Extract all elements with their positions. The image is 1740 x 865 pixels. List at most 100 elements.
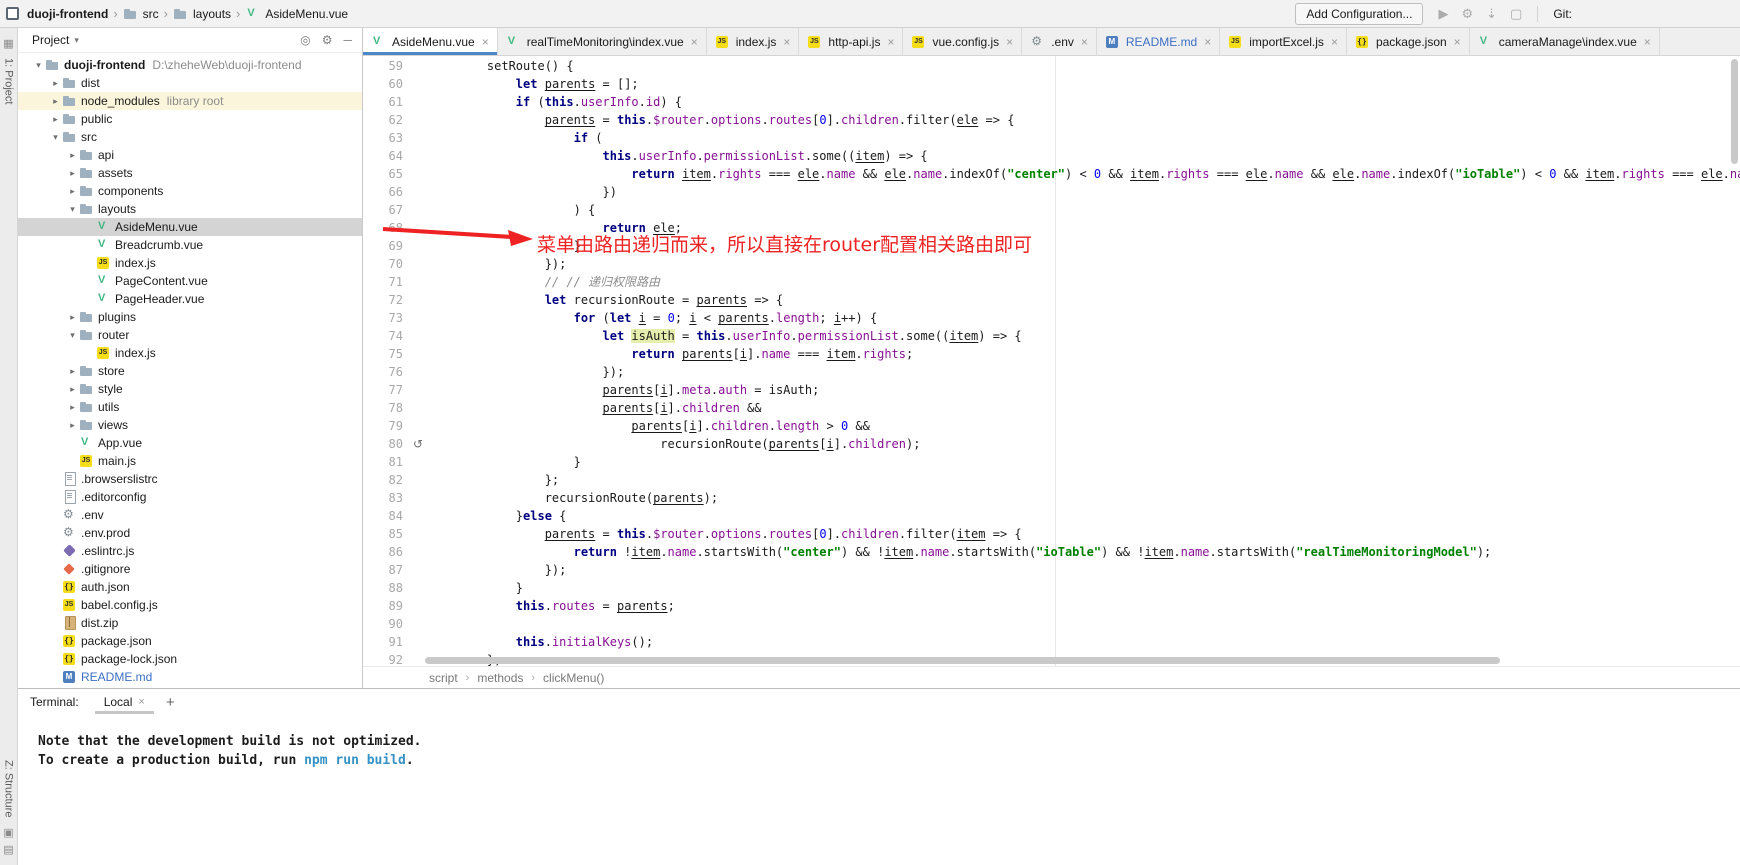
tab-close-icon[interactable]: ×: [1204, 35, 1211, 49]
tab-close-icon[interactable]: ×: [1081, 35, 1088, 49]
horizontal-scrollbar[interactable]: [425, 657, 1500, 664]
run-icon[interactable]: ▶: [1438, 7, 1448, 20]
tree-item-duoji-frontend[interactable]: ▾duoji-frontendD:\zheheWeb\duoji-fronten…: [18, 56, 362, 74]
title-crumb-layouts[interactable]: layouts: [173, 7, 231, 21]
add-configuration-button[interactable]: Add Configuration...: [1295, 3, 1423, 25]
chevron-closed-icon[interactable]: ▸: [49, 96, 62, 107]
chevron-closed-icon[interactable]: ▸: [49, 114, 62, 125]
editor-tab-.env[interactable]: .env×: [1022, 28, 1097, 55]
breadcrumb-methods[interactable]: methods: [477, 671, 523, 685]
chevron-open-icon[interactable]: ▾: [66, 330, 79, 341]
tree-item-.env.prod[interactable]: .env.prod: [18, 524, 362, 542]
tree-item-src[interactable]: ▾src: [18, 128, 362, 146]
terminal-tab-local[interactable]: Local ×: [95, 691, 154, 714]
project-panel-title[interactable]: Project: [32, 33, 69, 47]
tree-item-app.vue[interactable]: App.vue: [18, 434, 362, 452]
tree-item-readme.md[interactable]: README.md: [18, 668, 362, 686]
terminal-tool-icon[interactable]: ▤: [3, 845, 13, 856]
tree-item-index.js[interactable]: index.js: [18, 344, 362, 362]
chevron-closed-icon[interactable]: ▸: [66, 150, 79, 161]
tree-item-pageheader.vue[interactable]: PageHeader.vue: [18, 290, 362, 308]
tool-windows-icon[interactable]: ▦: [3, 39, 13, 50]
stop-square-icon[interactable]: ▢: [1510, 7, 1522, 20]
chevron-closed-icon[interactable]: ▸: [66, 168, 79, 179]
chevron-closed-icon[interactable]: ▸: [66, 420, 79, 431]
editor-tab-readme.md[interactable]: README.md×: [1097, 28, 1220, 55]
title-crumb-duoji-frontend[interactable]: duoji-frontend: [27, 7, 108, 21]
tree-item-dist[interactable]: ▸dist: [18, 74, 362, 92]
tree-item-asidemenu.vue[interactable]: AsideMenu.vue: [18, 218, 362, 236]
tree-item-.browserslistrc[interactable]: .browserslistrc: [18, 470, 362, 488]
tab-close-icon[interactable]: ×: [887, 35, 894, 49]
tree-item-.env[interactable]: .env: [18, 506, 362, 524]
code-editor[interactable]: 59 setRoute() {60 let parents = [];61 if…: [363, 56, 1740, 666]
tree-item-dist.zip[interactable]: dist.zip: [18, 614, 362, 632]
close-icon[interactable]: ×: [138, 696, 144, 708]
tool-button-structure[interactable]: Z: Structure: [3, 760, 15, 817]
hide-panel-icon[interactable]: ─: [343, 33, 352, 47]
tab-close-icon[interactable]: ×: [1644, 35, 1651, 49]
tree-item-router[interactable]: ▾router: [18, 326, 362, 344]
tree-item-package.json[interactable]: package.json: [18, 632, 362, 650]
tab-close-icon[interactable]: ×: [1006, 35, 1013, 49]
vertical-scrollbar[interactable]: [1731, 59, 1738, 164]
settings-gear-icon[interactable]: ⚙: [322, 33, 333, 47]
chevron-open-icon[interactable]: ▾: [49, 132, 62, 143]
locate-icon[interactable]: ◎: [300, 33, 310, 47]
editor-tab-vue.config.js[interactable]: vue.config.js×: [903, 28, 1022, 55]
editor-tab-realtimemonitoring-index.vue[interactable]: realTimeMonitoring\index.vue×: [498, 28, 707, 55]
new-terminal-tab-button[interactable]: +: [166, 694, 175, 711]
chevron-closed-icon[interactable]: ▸: [66, 186, 79, 197]
chevron-open-icon[interactable]: ▾: [66, 204, 79, 215]
update-arrow-icon[interactable]: ⇣: [1486, 7, 1497, 20]
tree-item-style[interactable]: ▸style: [18, 380, 362, 398]
tree-item-api[interactable]: ▸api: [18, 146, 362, 164]
tab-close-icon[interactable]: ×: [1331, 35, 1338, 49]
tree-item-index.js[interactable]: index.js: [18, 254, 362, 272]
chevron-open-icon[interactable]: ▾: [32, 60, 45, 71]
editor-tab-index.js[interactable]: index.js×: [707, 28, 800, 55]
tree-item-babel.config.js[interactable]: babel.config.js: [18, 596, 362, 614]
tree-item-.eslintrc.js[interactable]: .eslintrc.js: [18, 542, 362, 560]
chevron-closed-icon[interactable]: ▸: [49, 78, 62, 89]
tree-item-layouts[interactable]: ▾layouts: [18, 200, 362, 218]
tool-button-project[interactable]: 1: Project: [3, 58, 15, 104]
tree-item-auth.json[interactable]: auth.json: [18, 578, 362, 596]
editor-tab-http-api.js[interactable]: http-api.js×: [799, 28, 903, 55]
chevron-closed-icon[interactable]: ▸: [66, 312, 79, 323]
title-crumb-src[interactable]: src: [123, 7, 159, 21]
editor-tab-package.json[interactable]: package.json×: [1347, 28, 1470, 55]
tree-item-.editorconfig[interactable]: .editorconfig: [18, 488, 362, 506]
terminal-output[interactable]: Note that the development build is not o…: [18, 715, 1740, 865]
editor-tab-cameramanage-index.vue[interactable]: cameraManage\index.vue×: [1470, 28, 1660, 55]
tree-item-main.js[interactable]: main.js: [18, 452, 362, 470]
tree-item-public[interactable]: ▸public: [18, 110, 362, 128]
tab-close-icon[interactable]: ×: [1454, 35, 1461, 49]
tab-close-icon[interactable]: ×: [691, 35, 698, 49]
tree-item-store[interactable]: ▸store: [18, 362, 362, 380]
chevron-closed-icon[interactable]: ▸: [66, 384, 79, 395]
chevron-down-icon[interactable]: ▾: [74, 35, 79, 46]
chevron-closed-icon[interactable]: ▸: [66, 366, 79, 377]
tree-item-package-lock.json[interactable]: package-lock.json: [18, 650, 362, 668]
settings-gear-icon[interactable]: ⚙: [1461, 7, 1473, 20]
chevron-closed-icon[interactable]: ▸: [66, 402, 79, 413]
breadcrumb-clickmenu-[interactable]: clickMenu(): [543, 671, 604, 685]
tree-item-.gitignore[interactable]: .gitignore: [18, 560, 362, 578]
tree-item-pagecontent.vue[interactable]: PageContent.vue: [18, 272, 362, 290]
tab-close-icon[interactable]: ×: [783, 35, 790, 49]
tree-item-views[interactable]: ▸views: [18, 416, 362, 434]
recursion-marker-icon[interactable]: ↺: [413, 436, 423, 452]
editor-tab-asidemenu.vue[interactable]: AsideMenu.vue×: [363, 28, 498, 55]
tree-item-plugins[interactable]: ▸plugins: [18, 308, 362, 326]
breadcrumb-script[interactable]: script: [429, 671, 458, 685]
tree-item-node-modules[interactable]: ▸node_moduleslibrary root: [18, 92, 362, 110]
tree-item-assets[interactable]: ▸assets: [18, 164, 362, 182]
tree-item-components[interactable]: ▸components: [18, 182, 362, 200]
tree-item-utils[interactable]: ▸utils: [18, 398, 362, 416]
title-crumb-asidemenu.vue[interactable]: AsideMenu.vue: [245, 7, 348, 21]
tab-close-icon[interactable]: ×: [482, 35, 489, 49]
editor-tab-importexcel.js[interactable]: importExcel.js×: [1220, 28, 1347, 55]
favorites-tool-icon[interactable]: ▣: [3, 828, 13, 839]
tree-item-breadcrumb.vue[interactable]: Breadcrumb.vue: [18, 236, 362, 254]
